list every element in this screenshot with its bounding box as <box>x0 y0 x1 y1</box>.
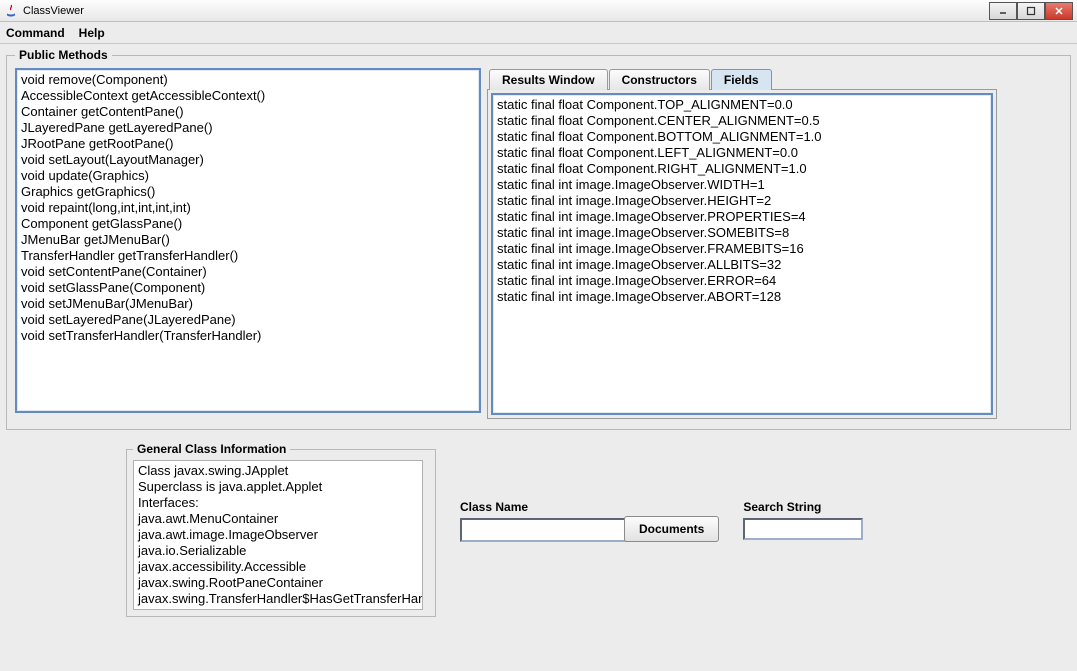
search-string-input[interactable] <box>743 518 863 540</box>
fields-list[interactable]: static final float Component.TOP_ALIGNME… <box>491 93 993 415</box>
window-titlebar: ClassViewer <box>0 0 1077 22</box>
minimize-button[interactable] <box>989 2 1017 20</box>
list-item[interactable]: static final float Component.LEFT_ALIGNM… <box>497 145 987 161</box>
menubar: Command Help <box>0 22 1077 44</box>
list-item[interactable]: void setTransferHandler(TransferHandler) <box>21 328 475 344</box>
list-item[interactable]: static final float Component.CENTER_ALIG… <box>497 113 987 129</box>
general-legend: General Class Information <box>133 442 290 456</box>
list-item[interactable]: java.awt.MenuContainer <box>138 511 418 527</box>
list-item[interactable]: void remove(Component) <box>21 72 475 88</box>
list-item[interactable]: static final int image.ImageObserver.ALL… <box>497 257 987 273</box>
java-app-icon <box>4 4 18 18</box>
list-item[interactable]: JMenuBar getJMenuBar() <box>21 232 475 248</box>
list-item[interactable]: static final int image.ImageObserver.WID… <box>497 177 987 193</box>
list-item[interactable]: void setJMenuBar(JMenuBar) <box>21 296 475 312</box>
class-name-input[interactable] <box>460 518 627 542</box>
window-title: ClassViewer <box>23 5 84 17</box>
list-item[interactable]: AccessibleContext getAccessibleContext() <box>21 88 475 104</box>
list-item[interactable]: JLayeredPane getLayeredPane() <box>21 120 475 136</box>
maximize-button[interactable] <box>1017 2 1045 20</box>
general-class-info-panel: General Class Information Class javax.sw… <box>126 442 436 617</box>
list-item[interactable]: void setLayout(LayoutManager) <box>21 152 475 168</box>
tab-constructors[interactable]: Constructors <box>609 69 710 90</box>
list-item[interactable]: Interfaces: <box>138 495 418 511</box>
list-item[interactable]: static final int image.ImageObserver.ERR… <box>497 273 987 289</box>
menu-help[interactable]: Help <box>79 26 105 40</box>
public-methods-list[interactable]: void remove(Component)AccessibleContext … <box>15 68 481 413</box>
list-item[interactable]: TransferHandler getTransferHandler() <box>21 248 475 264</box>
class-name-combobox[interactable] <box>460 518 600 542</box>
class-name-label: Class Name <box>460 500 600 514</box>
list-item[interactable]: Container getContentPane() <box>21 104 475 120</box>
list-item[interactable]: static final float Component.TOP_ALIGNME… <box>497 97 987 113</box>
general-class-info-list[interactable]: Class javax.swing.JAppletSuperclass is j… <box>133 460 423 610</box>
list-item[interactable]: void repaint(long,int,int,int,int) <box>21 200 475 216</box>
list-item[interactable]: java.io.Serializable <box>138 543 418 559</box>
tab-fields[interactable]: Fields <box>711 69 772 90</box>
list-item[interactable]: Class javax.swing.JApplet <box>138 463 418 479</box>
list-item[interactable]: void setGlassPane(Component) <box>21 280 475 296</box>
documents-button[interactable]: Documents <box>624 516 719 542</box>
search-string-label: Search String <box>743 500 863 514</box>
list-item[interactable]: Superclass is java.applet.Applet <box>138 479 418 495</box>
list-item[interactable]: static final int image.ImageObserver.SOM… <box>497 225 987 241</box>
list-item[interactable]: static final int image.ImageObserver.PRO… <box>497 209 987 225</box>
list-item[interactable]: void setLayeredPane(JLayeredPane) <box>21 312 475 328</box>
public-methods-legend: Public Methods <box>15 48 112 62</box>
list-item[interactable]: void update(Graphics) <box>21 168 475 184</box>
list-item[interactable]: static final int image.ImageObserver.HEI… <box>497 193 987 209</box>
list-item[interactable]: java.awt.image.ImageObserver <box>138 527 418 543</box>
list-item[interactable]: javax.swing.TransferHandler$HasGetTransf… <box>138 591 418 607</box>
list-item[interactable]: static final float Component.BOTTOM_ALIG… <box>497 129 987 145</box>
list-item[interactable]: javax.accessibility.Accessible <box>138 559 418 575</box>
search-string-group: Search String <box>743 500 863 540</box>
list-item[interactable]: JRootPane getRootPane() <box>21 136 475 152</box>
tabs: Results Window Constructors Fields <box>489 68 997 89</box>
menu-command[interactable]: Command <box>6 26 65 40</box>
list-item[interactable]: static final int image.ImageObserver.ABO… <box>497 289 987 305</box>
public-methods-panel: Public Methods void remove(Component)Acc… <box>6 48 1071 430</box>
list-item[interactable]: void setContentPane(Container) <box>21 264 475 280</box>
list-item[interactable]: static final float Component.RIGHT_ALIGN… <box>497 161 987 177</box>
list-item[interactable]: static final int image.ImageObserver.FRA… <box>497 241 987 257</box>
close-button[interactable] <box>1045 2 1073 20</box>
tab-results-window[interactable]: Results Window <box>489 69 608 90</box>
list-item[interactable]: javax.swing.RootPaneContainer <box>138 575 418 591</box>
class-name-group: Class Name <box>460 500 600 542</box>
list-item[interactable]: Component getGlassPane() <box>21 216 475 232</box>
list-item[interactable]: Graphics getGraphics() <box>21 184 475 200</box>
